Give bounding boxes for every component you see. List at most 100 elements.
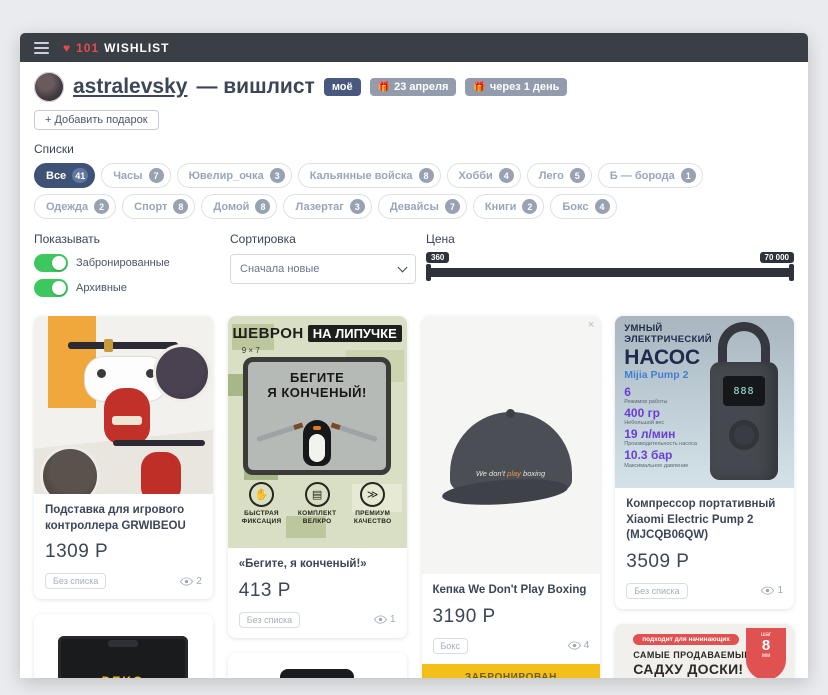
gift-price: 413 Р — [239, 580, 396, 602]
price-slider-track[interactable] — [426, 268, 794, 277]
chip-lasertag[interactable]: Лазертаг 3 — [283, 194, 371, 219]
gift-card-xiaomi-pump[interactable]: УМНЫЙ ЭЛЕКТРИЧЕСКИЙ НАСОС Mijia Pump 2 6… — [615, 316, 794, 609]
pump-ad-line2: ЭЛЕКТРИЧЕСКИЙ — [624, 335, 712, 346]
chip-count: 5 — [570, 168, 585, 183]
pump-spec-label: Максимальное давление — [624, 463, 712, 469]
chip-count: 7 — [445, 199, 460, 214]
gift-card-patch[interactable]: ШЕВРОН НА ЛИПУЧКЕ 9 × 7 БЕГИТЕ Я КОНЧЕНЫ… — [228, 316, 407, 638]
price-slider[interactable]: 360 70 000 — [426, 268, 794, 277]
patch-banner-2: НА ЛИПУЧКЕ — [308, 325, 402, 342]
gift-image-patch: ШЕВРОН НА ЛИПУЧКЕ 9 × 7 БЕГИТЕ Я КОНЧЕНЫ… — [228, 316, 407, 548]
tool-case-shape: DEKO — [58, 636, 188, 678]
gift-price: 3190 Р — [433, 606, 590, 628]
gift-card-sadhu-boards[interactable]: подходит для начинающих САМЫЕ ПРОДАВАЕМЫ… — [615, 624, 794, 678]
chip-home[interactable]: Домой8 — [201, 194, 277, 219]
show-label: Показывать — [34, 232, 230, 246]
toggle-archived[interactable]: Архивные — [34, 279, 230, 297]
pump-knob-shape — [729, 420, 759, 450]
chip-label: Книги — [485, 201, 516, 213]
booked-status-banner[interactable]: ЗАБРОНИРОВАН — [422, 664, 601, 678]
cap-text: We don't — [476, 469, 505, 478]
gift-list-tag: Без списка — [626, 583, 687, 599]
gift-card-boxing-cap[interactable]: × We don't play boxing Кепка We Don't Pl… — [422, 316, 601, 678]
hamburger-menu-icon[interactable] — [34, 42, 49, 54]
chip-sport[interactable]: Спорт8 — [122, 194, 195, 219]
gift-icon: 🎁 — [378, 82, 390, 93]
chip-watches[interactable]: Часы7 — [101, 163, 170, 188]
chip-clothes[interactable]: Одежда2 — [34, 194, 116, 219]
views-count: 4 — [584, 640, 590, 651]
katana-prop — [68, 342, 178, 349]
patch-size-note: 9 × 7 — [242, 346, 407, 355]
close-icon[interactable]: × — [588, 319, 594, 331]
eye-icon — [180, 577, 193, 586]
chip-all[interactable]: Все41 — [34, 163, 95, 188]
toggle-booked[interactable]: Забронированные — [34, 254, 230, 272]
chip-label: Кальянные войска — [310, 170, 413, 182]
chip-lego[interactable]: Лего5 — [527, 163, 592, 188]
patch-text-2: Я КОНЧЕНЫЙ! — [248, 385, 386, 400]
chip-boxing[interactable]: Бокс4 — [550, 194, 616, 219]
badge-mine: моё — [324, 78, 361, 96]
gift-image-controller-stand — [34, 316, 213, 494]
chip-count: 8 — [255, 199, 270, 214]
toggle-archived-switch[interactable] — [34, 279, 68, 297]
sort-select[interactable]: Сначала новые — [230, 254, 416, 284]
chip-hobby[interactable]: Хобби4 — [447, 163, 521, 188]
gift-card-gshock-watch[interactable]: G-SHOCK — [228, 653, 407, 678]
cap-text: play — [507, 469, 521, 478]
hand-icon: ✋ — [249, 482, 274, 507]
feature-label: ФИКСАЦИЯ — [242, 518, 282, 525]
list-chips: Все41 Часы7 Ювелир_очка3 Кальянные войск… — [34, 163, 774, 219]
chip-count: 8 — [173, 199, 188, 214]
chip-count: 3 — [350, 199, 365, 214]
patch-shape: БЕГИТЕ Я КОНЧЕНЫЙ! — [243, 357, 391, 475]
price-min-label: 360 — [426, 252, 449, 263]
gift-views: 1 — [374, 614, 396, 625]
chip-hookah[interactable]: Кальянные войска 8 — [298, 163, 441, 188]
chip-devices[interactable]: Девайсы7 — [378, 194, 467, 219]
gift-list-tag: Бокс — [433, 638, 468, 654]
chip-jewelry[interactable]: Ювелир_очка3 — [177, 163, 292, 188]
chip-count: 3 — [270, 168, 285, 183]
cap-text: boxing — [523, 469, 545, 478]
toggle-booked-switch[interactable] — [34, 254, 68, 272]
price-slider-handle-min[interactable] — [426, 264, 431, 281]
chip-beard[interactable]: Б — борода1 — [598, 163, 703, 188]
chip-books[interactable]: Книги 2 — [473, 194, 544, 219]
chip-label: Одежда — [46, 201, 88, 213]
main-panel: ♥ 101 WISHLIST astralevsky — вишлист моё… — [20, 33, 808, 678]
badge-countdown-label: через 1 день — [490, 81, 560, 93]
toggle-archived-label: Архивные — [76, 282, 127, 294]
chip-label: Лазертаг — [295, 201, 343, 213]
pump-spec-label: Производительность насоса — [624, 441, 712, 447]
pump-spec-value: 19 л/мин — [624, 428, 712, 441]
brand-logo[interactable]: ♥ 101 WISHLIST — [63, 41, 169, 55]
chip-count: 8 — [419, 168, 434, 183]
brand-101: 101 — [76, 41, 99, 55]
chip-label: Бокс — [562, 201, 588, 213]
chevron-rank-icon: ≫ — [360, 482, 385, 507]
sadhu-title-1: САМЫЕ ПРОДАВАЕМЫЕ — [633, 650, 750, 660]
gift-icon: 🎁 — [473, 82, 485, 93]
feature-label: БЫСТРАЯ — [244, 510, 279, 517]
gift-card-controller-stand[interactable]: Подставка для игрового контроллера GRWIB… — [34, 316, 213, 599]
gift-card-deko-tools[interactable]: DEKO — [34, 614, 213, 678]
patch-banner-1: ШЕВРОН — [233, 325, 304, 342]
deko-logo: DEKO — [58, 674, 188, 678]
pump-ad-line3: НАСОС — [624, 347, 712, 368]
price-slider-handle-max[interactable] — [789, 264, 794, 281]
avatar[interactable] — [34, 72, 64, 102]
pump-spec-label: Небольшой вес — [624, 420, 712, 426]
gift-title: «Бегите, я конченый!» — [239, 557, 396, 573]
add-gift-button[interactable]: + Добавить подарок — [34, 110, 159, 130]
username-link[interactable]: astralevsky — [73, 75, 187, 99]
badge-date: 🎁 23 апреля — [370, 78, 457, 96]
pump-spec-label: Режимов работы — [624, 399, 712, 405]
gift-views: 4 — [568, 640, 590, 651]
watch-strap-shape — [280, 669, 354, 678]
gift-grid: Подставка для игрового контроллера GRWIB… — [34, 316, 794, 678]
chip-count: 2 — [522, 199, 537, 214]
price-label: Цена — [426, 232, 794, 246]
gift-title: Подставка для игрового контроллера GRWIB… — [45, 503, 202, 534]
